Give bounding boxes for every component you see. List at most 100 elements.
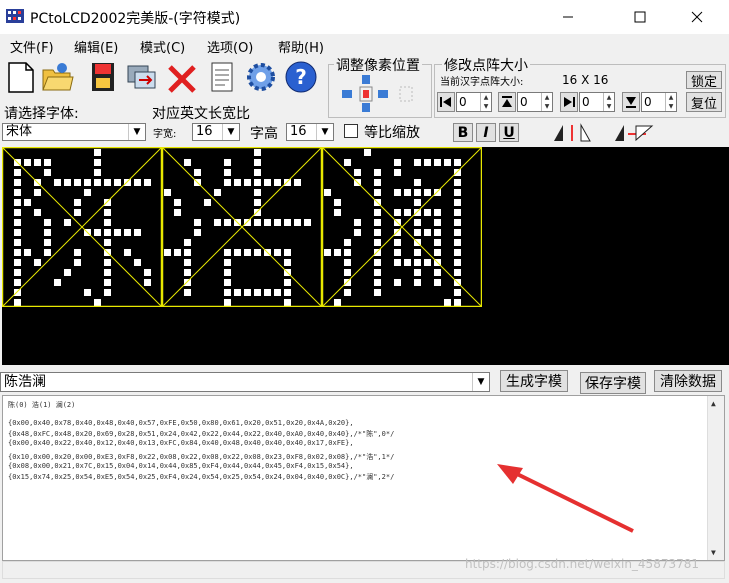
menu-file[interactable]: 文件(F) xyxy=(10,37,54,56)
shrink-right-button[interactable] xyxy=(560,92,578,112)
height-select[interactable]: 16 ▼ xyxy=(286,123,334,141)
chevron-down-icon[interactable]: ▼ xyxy=(316,124,333,140)
pixel-dot xyxy=(454,249,461,256)
font-select[interactable]: 宋体 ▼ xyxy=(2,123,146,141)
underline-button[interactable]: U xyxy=(499,123,519,142)
proportional-checkbox[interactable] xyxy=(344,124,358,138)
watermark: https://blog.csdn.net/weixin_45873781 xyxy=(464,557,699,571)
menu-mode[interactable]: 模式(C) xyxy=(140,37,185,56)
pixel-dot xyxy=(274,179,281,186)
pixel-dot xyxy=(424,189,431,196)
export-icon[interactable] xyxy=(125,60,159,94)
pixel-dot xyxy=(454,259,461,266)
mirror-icon[interactable] xyxy=(551,122,597,144)
scroll-up-icon[interactable]: ▲ xyxy=(711,399,716,408)
glyph-preview-0[interactable] xyxy=(2,147,162,307)
maximize-button[interactable] xyxy=(617,0,663,34)
pixel-dot xyxy=(454,239,461,246)
dot-matrix-canvas[interactable] xyxy=(2,147,729,365)
pixel-dot xyxy=(424,229,431,236)
clear-button[interactable]: 清除数据 xyxy=(654,370,722,392)
pixel-dot xyxy=(164,189,171,196)
chevron-down-icon[interactable]: ▼ xyxy=(472,373,489,391)
pixel-dot xyxy=(414,159,421,166)
pixel-dot xyxy=(184,259,191,266)
pixel-dot xyxy=(14,249,21,256)
pixel-dot xyxy=(224,159,231,166)
pixel-dot xyxy=(74,249,81,256)
shrink-left-button[interactable] xyxy=(437,92,455,112)
minimize-button[interactable] xyxy=(545,0,591,34)
lock-button[interactable]: 锁定 xyxy=(686,71,722,90)
pixel-position-title: 调整像素位置 xyxy=(334,55,422,75)
pixel-dot xyxy=(264,179,271,186)
width-select[interactable]: 16 ▼ xyxy=(192,123,240,141)
pixel-dot xyxy=(414,279,421,286)
spin-top[interactable]: 0 ▲ ▼ xyxy=(517,92,553,112)
pixel-dot xyxy=(434,279,441,286)
glyph-preview-2[interactable] xyxy=(322,147,482,307)
menu-options[interactable]: 选项(O) xyxy=(207,37,253,56)
delete-icon[interactable] xyxy=(165,62,199,96)
spin-bottom[interactable]: 0 ▲ ▼ xyxy=(641,92,677,112)
help-icon[interactable]: ? xyxy=(284,60,318,94)
spin-updown-icon[interactable]: ▲ ▼ xyxy=(480,93,491,111)
pixel-dot xyxy=(124,179,131,186)
output-line: {0x15,0x74,0x25,0x54,0xE5,0x54,0x25,0xF4… xyxy=(8,473,395,481)
pixel-dot xyxy=(84,189,91,196)
spin-updown-icon[interactable]: ▲ ▼ xyxy=(603,93,614,111)
pixel-dot xyxy=(44,239,51,246)
spin-left[interactable]: 0 ▲ ▼ xyxy=(456,92,492,112)
text-input[interactable]: 陈浩澜 ▼ xyxy=(0,372,490,392)
rotate-icon[interactable] xyxy=(612,122,658,144)
menu-help[interactable]: 帮助(H) xyxy=(278,37,324,56)
generate-button[interactable]: 生成字模 xyxy=(500,370,568,392)
open-folder-icon[interactable] xyxy=(40,60,74,94)
save-icon[interactable] xyxy=(86,60,120,94)
italic-button[interactable]: I xyxy=(476,123,496,142)
pixel-dot xyxy=(134,179,141,186)
pixel-dot xyxy=(404,259,411,266)
menu-edit[interactable]: 编辑(E) xyxy=(74,37,118,56)
shrink-bottom-button[interactable] xyxy=(622,92,640,112)
close-button[interactable] xyxy=(674,0,720,34)
pixel-arrows-icon[interactable] xyxy=(340,73,424,117)
save-glyph-button[interactable]: 保存字模 xyxy=(580,372,646,394)
pixel-dot xyxy=(84,179,91,186)
pixel-dot xyxy=(184,239,191,246)
shrink-top-button[interactable] xyxy=(498,92,516,112)
pixel-dot xyxy=(354,229,361,236)
vertical-scrollbar[interactable]: ▲ ▼ xyxy=(707,396,724,560)
choose-font-label: 请选择字体: xyxy=(4,106,79,122)
pixel-dot xyxy=(434,239,441,246)
reset-button[interactable]: 复位 xyxy=(686,92,722,112)
pixel-dot xyxy=(434,219,441,226)
pixel-dot xyxy=(184,249,191,256)
pixel-dot xyxy=(254,179,261,186)
pixel-dot xyxy=(34,189,41,196)
output-line: {0x48,0xFC,0x48,0x20,0x69,0x28,0x51,0x24… xyxy=(8,430,395,438)
pixel-dot xyxy=(94,149,101,156)
pixel-dot xyxy=(34,259,41,266)
pixel-dot xyxy=(344,239,351,246)
new-file-icon[interactable] xyxy=(4,60,38,94)
spin-updown-icon[interactable]: ▲ ▼ xyxy=(665,93,676,111)
chevron-down-icon[interactable]: ▼ xyxy=(222,124,239,140)
pixel-dot xyxy=(284,279,291,286)
pixel-dot xyxy=(54,279,61,286)
pixel-dot xyxy=(414,199,421,206)
settings-gear-icon[interactable] xyxy=(244,60,278,94)
output-textarea[interactable]: 陈(0) 浩(1) 澜(2) {0x00,0x40,0x78,0x40,0x48… xyxy=(2,395,725,561)
output-line: {0x08,0x00,0x21,0x7C,0x15,0x04,0x14,0x44… xyxy=(8,462,354,470)
pixel-dot xyxy=(254,249,261,256)
pixel-dot xyxy=(344,159,351,166)
bold-button[interactable]: B xyxy=(453,123,473,142)
scroll-down-icon[interactable]: ▼ xyxy=(711,548,716,557)
spin-right[interactable]: 0 ▲ ▼ xyxy=(579,92,615,112)
pixel-dot xyxy=(14,169,21,176)
pixel-dot xyxy=(164,249,171,256)
glyph-preview-1[interactable] xyxy=(162,147,322,307)
spin-updown-icon[interactable]: ▲ ▼ xyxy=(541,93,552,111)
notes-icon[interactable] xyxy=(205,60,239,94)
chevron-down-icon[interactable]: ▼ xyxy=(128,124,145,140)
